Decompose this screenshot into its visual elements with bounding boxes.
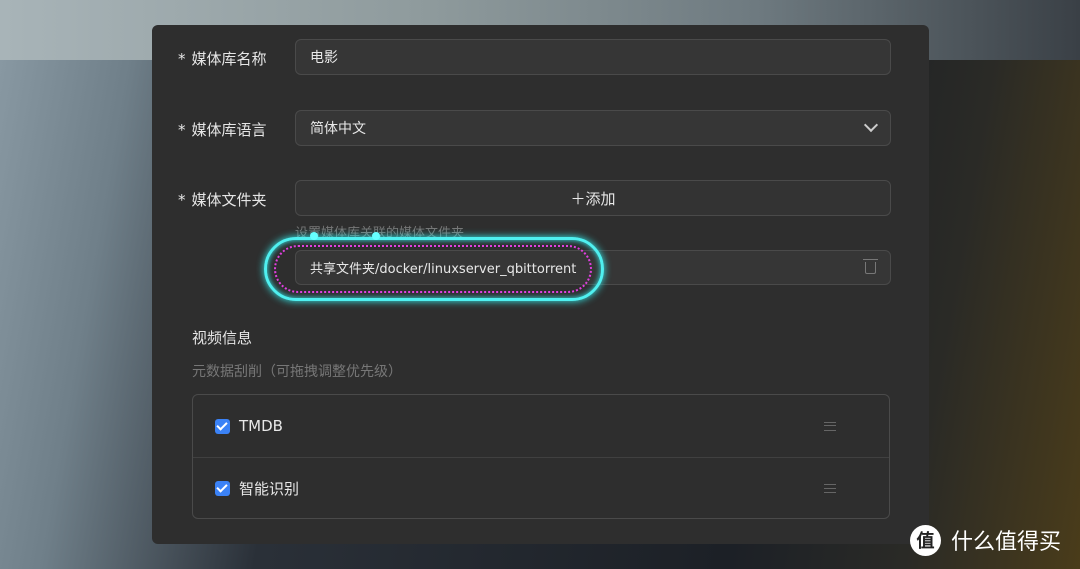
item-label: TMDB: [239, 417, 283, 435]
metadata-source-list: TMDB 智能识别: [192, 394, 890, 519]
name-input[interactable]: 电影: [295, 39, 891, 75]
video-info-title: 视频信息: [192, 329, 253, 347]
folder-label: * 媒体文件夹: [178, 191, 267, 209]
chevron-down-icon: [863, 117, 879, 133]
metadata-subtitle: 元数据刮削（可拖拽调整优先级）: [192, 364, 402, 380]
language-label: * 媒体库语言: [178, 121, 267, 139]
list-item[interactable]: 智能识别: [193, 457, 889, 519]
highlight-dot: [372, 232, 380, 240]
name-label: * 媒体库名称: [178, 50, 267, 68]
item-label: 智能识别: [239, 480, 300, 498]
drag-handle-icon[interactable]: [824, 421, 836, 431]
watermark-text: 什么值得买: [951, 530, 1062, 555]
drag-handle-icon[interactable]: [824, 484, 836, 493]
highlight-dotted-ring: [274, 245, 592, 293]
watermark-logo: 值: [910, 524, 941, 556]
list-item[interactable]: TMDB: [193, 395, 889, 457]
add-folder-button[interactable]: ＋添加: [295, 180, 891, 216]
trash-icon[interactable]: [863, 259, 878, 274]
watermark: 值什么值得买: [910, 524, 1061, 556]
checkbox[interactable]: [215, 481, 230, 496]
language-select[interactable]: 简体中文: [295, 110, 891, 146]
highlight-dot: [310, 232, 318, 240]
media-library-form: *媒体库名称 电影 *媒体库语言 简体中文 *媒体文件夹 ＋添加 设置媒体库关联…: [152, 25, 929, 544]
checkbox[interactable]: [215, 418, 230, 434]
